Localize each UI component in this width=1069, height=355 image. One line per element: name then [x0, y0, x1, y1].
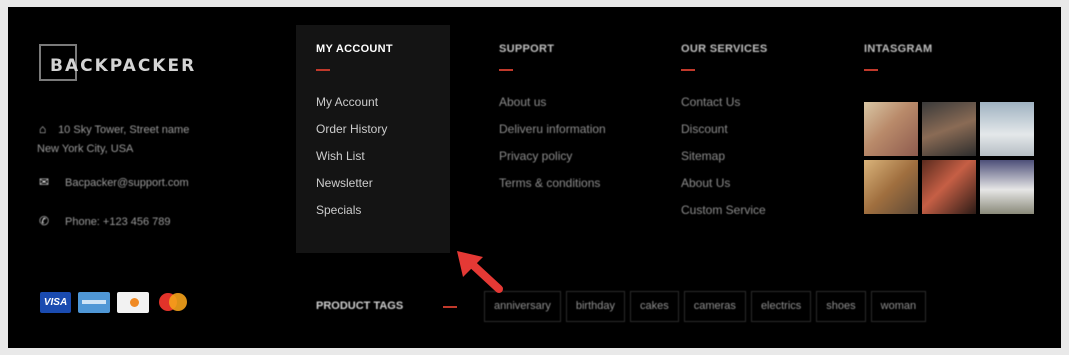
link-delivery-information[interactable]: Deliveru information — [499, 121, 606, 148]
contact-phone: ✆ Phone: +123 456 789 — [39, 214, 171, 228]
annotation-arrow-icon — [457, 251, 503, 293]
link-wish-list[interactable]: Wish List — [316, 148, 393, 175]
link-contact-us[interactable]: Contact Us — [681, 94, 768, 121]
my-account-column: MY ACCOUNT My Account Order History Wish… — [316, 43, 393, 229]
support-heading: SUPPORT — [499, 43, 555, 55]
contact-email: ✉ Bacpacker@support.com — [39, 175, 189, 189]
amex-card-icon — [78, 292, 110, 313]
home-icon: ⌂ — [39, 122, 47, 136]
heading-underline — [499, 69, 513, 71]
envelope-icon: ✉ — [39, 175, 50, 189]
tag-woman[interactable]: woman — [870, 291, 927, 322]
heading-underline — [864, 69, 878, 71]
link-custom-service[interactable]: Custom Service — [681, 202, 768, 229]
instagram-photo[interactable] — [864, 160, 918, 214]
instagram-photo[interactable] — [980, 160, 1034, 214]
link-about-us-services[interactable]: About Us — [681, 175, 768, 202]
product-tags-underline — [443, 306, 457, 308]
link-privacy-policy[interactable]: Privacy policy — [499, 148, 606, 175]
link-about-us[interactable]: About us — [499, 94, 606, 121]
heading-underline — [316, 69, 330, 71]
instagram-photo[interactable] — [980, 102, 1034, 156]
discover-card-icon — [117, 292, 149, 313]
support-column: SUPPORT About us Deliveru information Pr… — [499, 43, 606, 202]
visa-card-icon: VISA — [40, 292, 71, 313]
tag-shoes[interactable]: shoes — [816, 291, 866, 322]
tag-birthday[interactable]: birthday — [565, 291, 625, 322]
link-newsletter[interactable]: Newsletter — [316, 175, 393, 202]
instagram-grid — [864, 102, 1035, 215]
tag-cameras[interactable]: cameras — [683, 291, 746, 322]
site-footer: BACKPACKER ⌂ 10 Sky Tower, Street name N… — [8, 7, 1061, 348]
phone-icon: ✆ — [39, 214, 50, 228]
mastercard-icon — [156, 292, 189, 313]
link-my-account[interactable]: My Account — [316, 94, 393, 121]
contact-address: ⌂ 10 Sky Tower, Street name New York Cit… — [37, 120, 239, 159]
instagram-photo[interactable] — [922, 102, 976, 156]
brand-logo[interactable]: BACKPACKER — [39, 44, 194, 82]
product-tags-list: anniversary birthday cakes cameras elect… — [484, 291, 927, 322]
instagram-column: INTASGRAM — [864, 43, 933, 71]
address-line-2: New York City, USA — [37, 143, 134, 155]
link-terms-conditions[interactable]: Terms & conditions — [499, 175, 606, 202]
email-text[interactable]: Bacpacker@support.com — [65, 177, 189, 189]
logo-text: BACKPACKER — [50, 56, 197, 76]
link-specials[interactable]: Specials — [316, 202, 393, 229]
link-order-history[interactable]: Order History — [316, 121, 393, 148]
heading-underline — [681, 69, 695, 71]
services-column: OUR SERVICES Contact Us Discount Sitemap… — [681, 43, 768, 229]
services-heading: OUR SERVICES — [681, 43, 768, 55]
phone-text: Phone: +123 456 789 — [65, 216, 171, 228]
instagram-heading: INTASGRAM — [864, 43, 933, 55]
link-sitemap[interactable]: Sitemap — [681, 148, 768, 175]
instagram-photo[interactable] — [922, 160, 976, 214]
instagram-photo[interactable] — [864, 102, 918, 156]
address-line-1: 10 Sky Tower, Street name — [58, 124, 190, 136]
tag-cakes[interactable]: cakes — [630, 291, 679, 322]
my-account-heading: MY ACCOUNT — [316, 43, 393, 55]
link-discount[interactable]: Discount — [681, 121, 768, 148]
tag-electrics[interactable]: electrics — [750, 291, 812, 322]
product-tags-heading: PRODUCT TAGS — [316, 300, 404, 312]
